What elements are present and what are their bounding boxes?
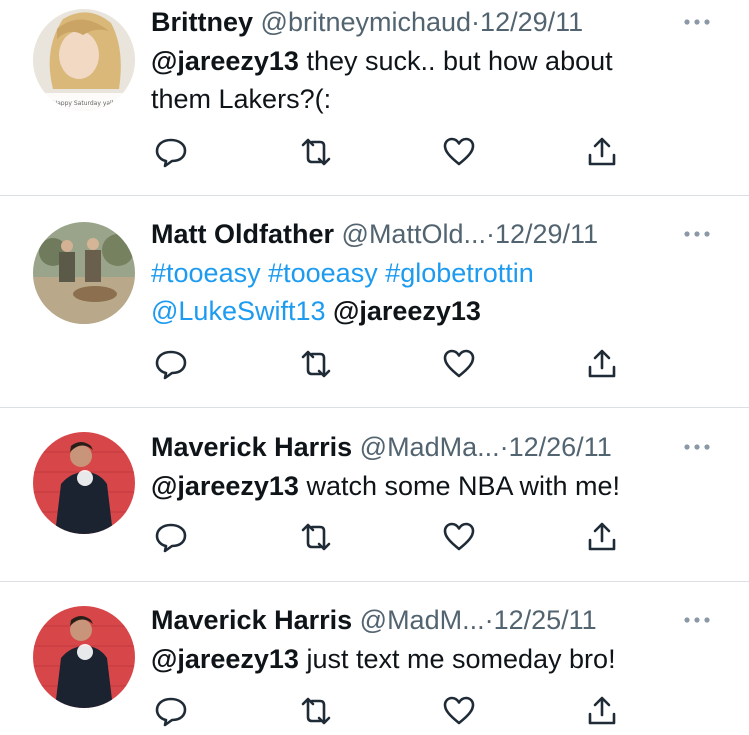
share-button[interactable]: [584, 134, 620, 170]
hashtag-link[interactable]: #tooeasy: [151, 258, 261, 288]
heart-icon: [443, 349, 475, 378]
retweet-icon: [301, 138, 331, 166]
user-handle[interactable]: @MattOld...: [342, 219, 486, 249]
tweet-header: Matt Oldfather @MattOld...·12/29/11: [151, 214, 679, 254]
reply-icon: [155, 523, 187, 553]
tweet-divider: [0, 581, 749, 582]
mention-link[interactable]: @jareezy13: [151, 46, 299, 76]
separator-dot: ·: [484, 605, 494, 635]
share-icon: [588, 349, 616, 378]
reply-icon: [155, 697, 187, 727]
like-button[interactable]: [441, 134, 477, 170]
avatar[interactable]: [33, 222, 135, 324]
mention-link[interactable]: @LukeSwift13: [151, 296, 326, 326]
separator-dot: ·: [471, 7, 481, 37]
reply-icon: [155, 350, 187, 380]
more-horizontal-icon[interactable]: [681, 435, 713, 459]
retweet-icon: [301, 350, 331, 378]
avatar-caption: Happy Saturday yall: [53, 100, 114, 107]
display-name[interactable]: Matt Oldfather: [151, 219, 334, 249]
retweet-button[interactable]: [298, 346, 334, 382]
share-button[interactable]: [584, 693, 620, 729]
tweet-text-segment: [326, 296, 334, 326]
more-horizontal-icon[interactable]: [681, 222, 713, 246]
tweet-actions: [151, 519, 651, 559]
user-handle[interactable]: @britneymichaud: [261, 7, 472, 37]
tweet-text: @jareezy13 they suck.. but how about the…: [151, 42, 679, 118]
reply-button[interactable]: [153, 346, 189, 382]
more-horizontal-icon[interactable]: [681, 608, 713, 632]
avatar[interactable]: Happy Saturday yall: [33, 9, 135, 111]
tweet[interactable]: Happy Saturday yall Brittney @britneymic…: [0, 2, 749, 192]
share-icon: [588, 137, 616, 166]
tweet-date[interactable]: 12/29/11: [495, 219, 598, 249]
hashtag-link[interactable]: #globetrottin: [385, 258, 534, 288]
tweet-divider: [0, 195, 749, 196]
retweet-icon: [301, 697, 331, 725]
mention-link[interactable]: @jareezy13: [151, 644, 299, 674]
heart-icon: [443, 137, 475, 166]
tweet-text-segment: watch some NBA with me!: [298, 471, 621, 501]
heart-icon: [443, 696, 475, 725]
user-handle[interactable]: @MadM...: [360, 605, 485, 635]
tweet-actions: [151, 346, 651, 386]
hashtag-link[interactable]: #tooeasy: [268, 258, 378, 288]
tweet-text: @jareezy13 watch some NBA with me!: [151, 467, 679, 505]
like-button[interactable]: [441, 693, 477, 729]
tweet-date[interactable]: 12/26/11: [509, 432, 612, 462]
avatar[interactable]: [33, 606, 135, 708]
tweet[interactable]: Maverick Harris @MadM...·12/25/11 @jaree…: [0, 600, 749, 735]
retweet-button[interactable]: [298, 134, 334, 170]
avatar[interactable]: [33, 432, 135, 534]
display-name[interactable]: Maverick Harris: [151, 432, 352, 462]
tweet-text: @jareezy13 just text me someday bro!: [151, 640, 679, 678]
mention-link[interactable]: @jareezy13: [151, 471, 299, 501]
reply-button[interactable]: [153, 693, 189, 729]
reply-icon: [155, 138, 187, 168]
retweet-icon: [301, 523, 331, 551]
separator-dot: ·: [499, 432, 509, 462]
retweet-button[interactable]: [298, 519, 334, 555]
tweet-text-segment: just text me someday bro!: [298, 644, 616, 674]
tweet-divider: [0, 407, 749, 408]
retweet-button[interactable]: [298, 693, 334, 729]
tweet-header: Brittney @britneymichaud·12/29/11: [151, 2, 679, 42]
tweet-header: Maverick Harris @MadMa...·12/26/11: [151, 427, 679, 467]
tweet-actions: [151, 693, 651, 733]
tweet[interactable]: Maverick Harris @MadMa...·12/26/11 @jare…: [0, 427, 749, 577]
tweet-header: Maverick Harris @MadM...·12/25/11: [151, 600, 679, 640]
mention-link[interactable]: @jareezy13: [333, 296, 481, 326]
separator-dot: ·: [485, 219, 495, 249]
reply-button[interactable]: [153, 134, 189, 170]
tweet-date[interactable]: 12/29/11: [480, 7, 583, 37]
tweet-text-segment: [261, 258, 269, 288]
share-button[interactable]: [584, 346, 620, 382]
share-button[interactable]: [584, 519, 620, 555]
share-icon: [588, 696, 616, 725]
like-button[interactable]: [441, 346, 477, 382]
more-horizontal-icon[interactable]: [681, 10, 713, 34]
heart-icon: [443, 522, 475, 551]
like-button[interactable]: [441, 519, 477, 555]
tweet-actions: [151, 134, 651, 174]
display-name[interactable]: Maverick Harris: [151, 605, 352, 635]
tweet[interactable]: Matt Oldfather @MattOld...·12/29/11 #too…: [0, 214, 749, 404]
tweet-date[interactable]: 12/25/11: [494, 605, 597, 635]
user-handle[interactable]: @MadMa...: [360, 432, 500, 462]
reply-button[interactable]: [153, 519, 189, 555]
tweet-text: #tooeasy #tooeasy #globetrottin @LukeSwi…: [151, 254, 679, 330]
display-name[interactable]: Brittney: [151, 7, 253, 37]
share-icon: [588, 522, 616, 551]
